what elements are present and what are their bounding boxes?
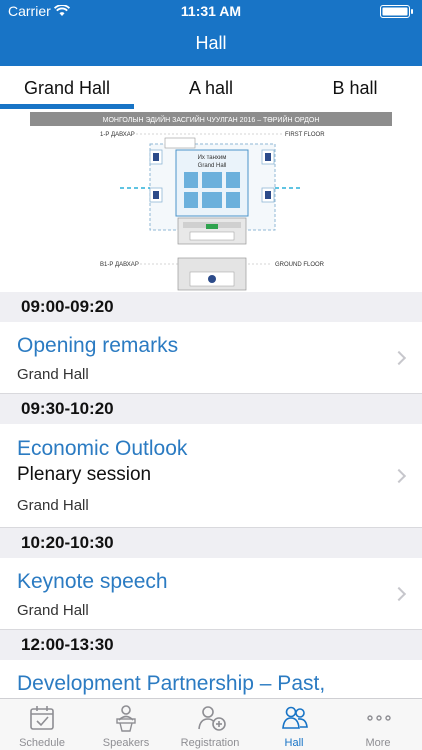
session-title: Keynote speech	[17, 570, 168, 593]
tab-bar-schedule[interactable]: Schedule	[0, 699, 84, 750]
battery-icon	[380, 5, 414, 18]
ground-floor-label-en: GROUND FLOOR	[275, 262, 325, 268]
tab-bar-label: More	[365, 737, 391, 749]
status-bar: Carrier 11:31 AM	[0, 0, 422, 22]
floor-plan-banner-text: МОНГОЛЫН ЭДИЙН ЗАСГИЙН ЧУУЛГАН 2016 – ТӨ…	[103, 115, 320, 124]
add-person-icon	[198, 706, 226, 731]
tab-b-hall[interactable]: B hall	[288, 66, 422, 110]
app-screen: Carrier 11:31 AM Hall Grand Hall A hall …	[0, 0, 422, 750]
schedule-list: 09:00-09:20 Opening remarks Grand Hall 0…	[0, 292, 422, 698]
tab-bar-hall[interactable]: Hall	[252, 699, 336, 750]
session-subtitle: Plenary session	[17, 464, 152, 485]
nav-title: Hall	[195, 33, 227, 53]
session-title: Opening remarks	[17, 334, 179, 357]
grand-hall-label-mn: Их танхим	[198, 155, 227, 161]
tab-bar-label: Schedule	[19, 737, 65, 749]
session-hall: Grand Hall	[17, 602, 89, 619]
floor-plan: МОНГОЛЫН ЭДИЙН ЗАСГИЙН ЧУУЛГАН 2016 – ТӨ…	[0, 110, 422, 292]
time-section-header: 09:00-09:20	[0, 292, 422, 322]
bottom-tab-bar: Schedule Speakers Registration Hall More	[0, 698, 422, 750]
more-dots-icon	[367, 715, 391, 721]
speaker-podium-icon	[116, 705, 136, 732]
ground-floor-label-mn: В1-Р ДАВХАР	[100, 262, 139, 268]
grand-hall-label-en: Grand Hall	[198, 163, 227, 169]
schedule-item-development-partnership[interactable]: Development Partnership – Past,	[0, 660, 422, 698]
tab-bar-label: Registration	[180, 737, 240, 749]
schedule-item-opening-remarks[interactable]: Opening remarks Grand Hall	[0, 322, 422, 394]
tab-bar-label: Hall	[284, 737, 304, 749]
session-title: Economic Outlook	[17, 437, 188, 460]
tab-a-hall[interactable]: A hall	[144, 66, 278, 110]
session-hall: Grand Hall	[17, 366, 89, 383]
schedule-item-economic-outlook[interactable]: Economic Outlook Plenary session Grand H…	[0, 424, 422, 528]
session-title: Development Partnership – Past,	[17, 672, 326, 695]
time-section-header: 09:30-10:20	[0, 394, 422, 424]
people-group-icon	[282, 706, 308, 729]
time-section-header: 12:00-13:30	[0, 630, 422, 660]
header: Carrier 11:31 AM Hall	[0, 0, 422, 66]
first-floor-label-mn: 1-Р ДАВХАР	[100, 132, 135, 138]
tab-bar-label: Speakers	[102, 737, 150, 749]
schedule-item-keynote-speech[interactable]: Keynote speech Grand Hall	[0, 558, 422, 630]
selected-tab-indicator	[0, 104, 134, 109]
tab-bar-registration[interactable]: Registration	[168, 699, 252, 750]
first-floor-label-en: FIRST FLOOR	[285, 132, 325, 138]
calendar-check-icon	[30, 706, 54, 730]
status-time: 11:31 AM	[180, 3, 242, 19]
tab-bar-more[interactable]: More	[336, 699, 420, 750]
session-hall: Grand Hall	[17, 497, 89, 514]
tab-bar-speakers[interactable]: Speakers	[84, 699, 168, 750]
time-section-header: 10:20-10:30	[0, 528, 422, 558]
